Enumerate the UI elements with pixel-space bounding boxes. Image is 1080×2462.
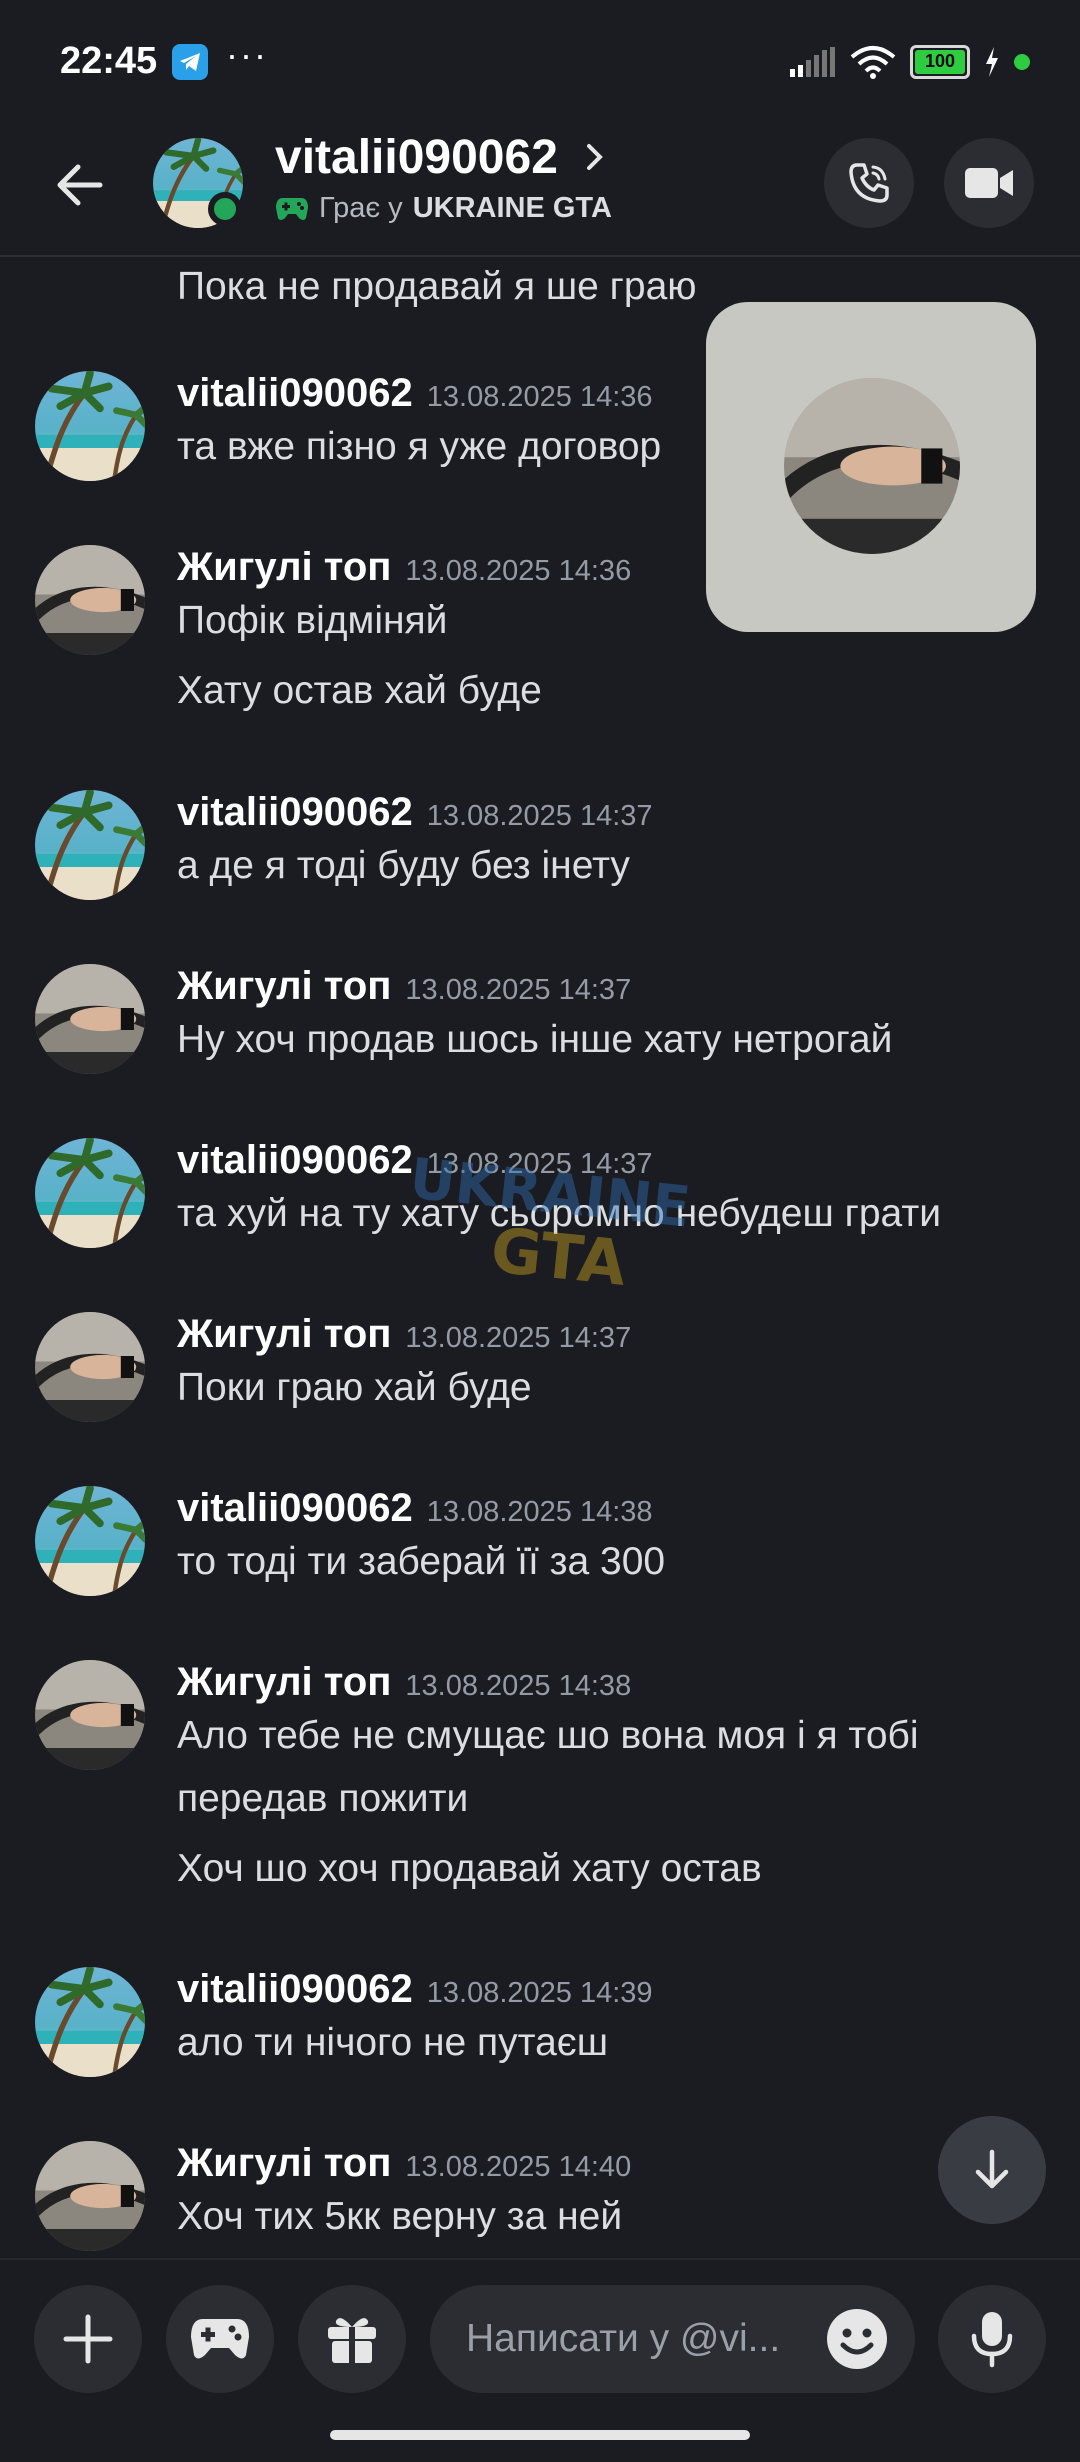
message-timestamp: 13.08.2025 14:37 <box>426 800 653 832</box>
gamepad-icon <box>191 2319 249 2359</box>
logo-watermark: UKRAINE GTA <box>407 1152 694 1300</box>
signal-icon <box>790 47 835 77</box>
voice-message-button[interactable] <box>938 2285 1046 2393</box>
message-timestamp: 13.08.2025 14:37 <box>405 1322 632 1354</box>
message-timestamp: 13.08.2025 14:38 <box>426 1496 653 1528</box>
message-author[interactable]: Жигулі топ <box>177 1660 391 1704</box>
message-timestamp: 13.08.2025 14:37 <box>405 974 632 1006</box>
wifi-icon <box>850 46 896 79</box>
gift-button[interactable] <box>298 2285 406 2393</box>
message-input-placeholder: Написати у @vi... <box>466 2317 781 2360</box>
message-timestamp: 13.08.2025 14:40 <box>405 2151 632 2183</box>
avatar[interactable] <box>35 1312 145 1422</box>
message-text: а де я тоді буду без інету <box>177 844 630 887</box>
svg-text:GTA: GTA <box>488 1213 630 1300</box>
message-author[interactable]: vitalii090062 <box>177 371 413 415</box>
message-author[interactable]: vitalii090062 <box>177 790 413 834</box>
gamepad-icon <box>276 197 308 220</box>
dm-username[interactable]: vitalii090062 <box>275 130 558 185</box>
message-text: то тоді ти заберай її за 300 <box>177 1540 666 1583</box>
message-timestamp: 13.08.2025 14:38 <box>405 1670 632 1702</box>
scroll-to-bottom-button[interactable] <box>938 2116 1046 2224</box>
activity-status: Грає у UKRAINE GTA <box>275 192 612 225</box>
message-text: передав пожити <box>177 1777 469 1820</box>
dm-header: vitalii090062 Грає у UKRAINE GTA <box>0 130 1080 257</box>
message-text: ало ти нічого не путаєш <box>177 2021 608 2064</box>
avatar[interactable] <box>35 1660 145 1770</box>
activity-game: UKRAINE GTA <box>412 192 612 224</box>
message-text: Хоч тих 5кк верну за ней <box>177 2195 623 2238</box>
message-author[interactable]: vitalii090062 <box>177 1486 413 1530</box>
message-timestamp: 13.08.2025 14:39 <box>426 1977 653 2009</box>
battery-level: 100 <box>915 50 965 74</box>
avatar[interactable] <box>35 790 145 900</box>
avatar[interactable] <box>35 1967 145 2077</box>
smile-icon[interactable] <box>825 2307 889 2371</box>
status-time: 22:45 <box>60 40 158 82</box>
video-camera-icon <box>965 168 1013 198</box>
add-attachment-button[interactable] <box>34 2285 142 2393</box>
message-author[interactable]: vitalii090062 <box>177 1967 413 2011</box>
message-author[interactable]: Жигулі топ <box>177 545 391 589</box>
avatar <box>784 378 960 554</box>
voice-call-button[interactable] <box>824 138 914 228</box>
activity-prefix: Грає у <box>319 192 403 224</box>
message-text: Ну хоч продав шось інше хату нетрогай <box>177 1018 893 1061</box>
avatar[interactable] <box>35 1486 145 1596</box>
avatar[interactable] <box>35 964 145 1074</box>
arrow-left-icon <box>57 164 103 206</box>
back-button[interactable] <box>50 155 110 215</box>
charging-icon <box>986 47 998 77</box>
more-notifications-icon: ··· <box>226 34 268 75</box>
message-timestamp: 13.08.2025 14:36 <box>405 555 632 587</box>
avatar[interactable] <box>35 2141 145 2251</box>
video-call-button[interactable] <box>944 138 1034 228</box>
avatar[interactable] <box>35 371 145 481</box>
message-text: Хату остав хай буде <box>177 669 542 712</box>
message-author[interactable]: Жигулі топ <box>177 2141 391 2185</box>
microphone-icon <box>971 2312 1013 2368</box>
chevron-right-icon[interactable] <box>585 142 605 172</box>
avatar[interactable] <box>35 545 145 655</box>
battery-icon: 100 <box>910 45 970 79</box>
plus-icon <box>63 2314 113 2364</box>
activities-button[interactable] <box>166 2285 274 2393</box>
privacy-indicator <box>1014 54 1030 70</box>
picture-in-picture-window[interactable] <box>706 302 1036 632</box>
gift-icon <box>328 2318 376 2363</box>
message-author[interactable]: Жигулі топ <box>177 1312 391 1356</box>
message-text: Пока не продавай я ше граю <box>177 265 697 308</box>
message-text: Пофік відміняй <box>177 599 448 642</box>
message-text: та вже пізно я уже договор <box>177 425 662 468</box>
message-text: Хоч шо хоч продавай хату остав <box>177 1847 762 1890</box>
phone-icon <box>849 163 889 203</box>
message-timestamp: 13.08.2025 14:36 <box>426 381 653 413</box>
message-text: Поки граю хай буде <box>177 1366 532 1409</box>
message-author[interactable]: vitalii090062 <box>177 1138 413 1182</box>
arrow-down-icon <box>975 2149 1009 2189</box>
status-bar: 22:45 ··· 100 <box>0 0 1080 130</box>
online-status-badge <box>208 192 242 226</box>
avatar[interactable] <box>35 1138 145 1248</box>
message-author[interactable]: Жигулі топ <box>177 964 391 1008</box>
message-text: Ало тебе не смущає шо вона моя і я тобі <box>177 1714 919 1757</box>
message-input[interactable]: Написати у @vi... <box>430 2285 915 2393</box>
home-indicator[interactable] <box>330 2430 750 2440</box>
telegram-icon <box>172 44 208 80</box>
